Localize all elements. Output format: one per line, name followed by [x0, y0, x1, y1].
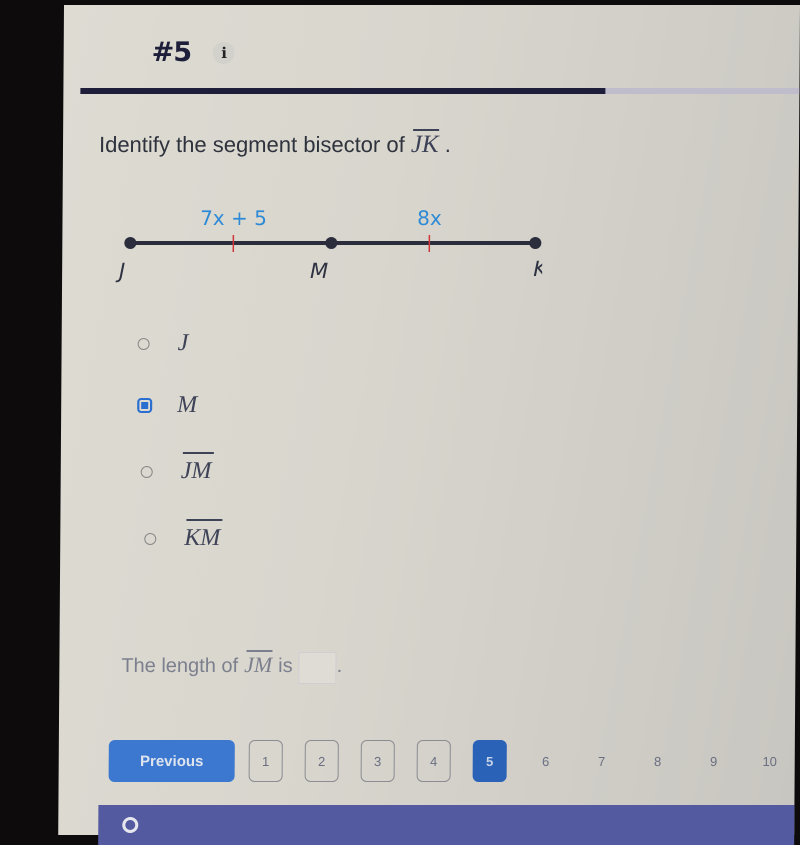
- option-label: KM: [184, 525, 220, 552]
- length-suffix: .: [337, 655, 343, 678]
- option-jm[interactable]: JM: [141, 458, 212, 485]
- question-navigation: Previous 1 2 3 4 5 6 7 8 9 10: [109, 740, 787, 782]
- option-label: M: [177, 392, 197, 419]
- length-question: The length of JM is .: [121, 652, 342, 684]
- length-answer-input[interactable]: [299, 652, 337, 684]
- option-km[interactable]: KM: [144, 525, 220, 552]
- page-3-button[interactable]: 3: [361, 740, 395, 782]
- option-m[interactable]: M: [137, 392, 197, 419]
- page-5-button-current[interactable]: 5: [473, 740, 507, 782]
- segment-label: JM: [181, 458, 212, 484]
- option-label: JM: [181, 458, 212, 485]
- segment-label: JK: [411, 131, 439, 158]
- question-number: #5: [152, 37, 192, 68]
- overline: [186, 519, 222, 521]
- segment-label: KM: [184, 525, 220, 551]
- prompt-segment: JK: [411, 131, 439, 159]
- info-icon[interactable]: i: [213, 42, 235, 64]
- option-label: J: [178, 330, 189, 357]
- page-4-button[interactable]: 4: [417, 740, 451, 782]
- question-prompt: Identify the segment bisector of JK .: [99, 131, 451, 159]
- taskbar: [98, 805, 794, 845]
- point-k: [529, 237, 541, 249]
- overline: [413, 129, 439, 131]
- page-8-button[interactable]: 8: [641, 740, 675, 782]
- radio-button[interactable]: [144, 533, 156, 545]
- segment-label: JM: [244, 652, 272, 677]
- prompt-text: Identify the segment bisector of: [99, 132, 405, 157]
- circle-icon[interactable]: [122, 817, 138, 833]
- length-prefix: The length of: [121, 655, 238, 678]
- page-9-button[interactable]: 9: [697, 740, 731, 782]
- radio-button-selected[interactable]: [137, 398, 152, 413]
- page-10-button[interactable]: 10: [753, 740, 787, 782]
- quiz-screen: #5 i Identify the segment bisector of JK…: [58, 5, 800, 835]
- length-middle: is: [278, 655, 293, 678]
- prompt-period: .: [445, 132, 451, 157]
- progress-bar: [80, 88, 799, 94]
- mk-length-label: 8x: [417, 206, 442, 230]
- page-2-button[interactable]: 2: [305, 740, 339, 782]
- option-j[interactable]: J: [138, 330, 189, 357]
- radio-button[interactable]: [138, 338, 150, 350]
- page-7-button[interactable]: 7: [585, 740, 619, 782]
- page-1-button[interactable]: 1: [249, 740, 283, 782]
- jm-length-label: 7x + 5: [200, 206, 267, 230]
- overline: [183, 452, 214, 454]
- question-header: #5 i: [152, 37, 236, 68]
- point-j: [124, 237, 136, 249]
- radio-button[interactable]: [141, 466, 153, 478]
- point-j-label: J: [115, 259, 125, 283]
- progress-fill: [80, 88, 605, 94]
- length-segment: JM: [244, 652, 272, 678]
- page-6-button[interactable]: 6: [529, 740, 563, 782]
- overline: [246, 650, 272, 652]
- point-k-label: K: [533, 257, 542, 281]
- point-m: [325, 237, 337, 249]
- previous-button[interactable]: Previous: [109, 740, 235, 782]
- segment-diagram: 7x + 5 8x J M K: [102, 200, 543, 290]
- point-m-label: M: [310, 259, 328, 283]
